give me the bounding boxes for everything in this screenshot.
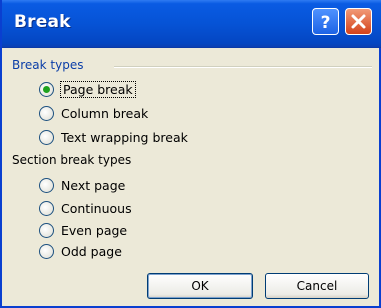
option-label: Text wrapping break [61,130,188,145]
option-label: Column break [61,106,149,121]
svg-text:?: ? [321,13,331,33]
option-label: Page break [60,81,136,98]
option-label: Even page [61,223,128,238]
radio-button[interactable] [39,130,54,145]
break-dialog: Break ? Break types Page break Column br… [0,0,381,308]
ok-button[interactable]: OK [147,273,253,299]
close-icon [351,14,366,29]
title-bar[interactable]: Break ? [2,0,381,48]
help-button[interactable]: ? [312,8,339,35]
section-break-types-label: Section break types [12,153,132,167]
radio-button[interactable] [39,178,54,193]
radio-button[interactable] [39,82,54,97]
radio-selected-dot [43,86,50,93]
radio-button[interactable] [39,223,54,238]
radio-button[interactable] [39,244,54,259]
break-types-label: Break types [12,58,84,72]
question-icon: ? [321,13,331,33]
radio-button[interactable] [39,106,54,121]
dialog-title: Break [14,12,71,32]
cancel-button[interactable]: Cancel [265,273,369,299]
option-label: Odd page [61,244,122,259]
close-button[interactable] [345,8,372,35]
radio-button[interactable] [39,201,54,216]
option-label: Continuous [61,201,132,216]
option-label: Next page [61,178,126,193]
group-divider [114,66,372,68]
